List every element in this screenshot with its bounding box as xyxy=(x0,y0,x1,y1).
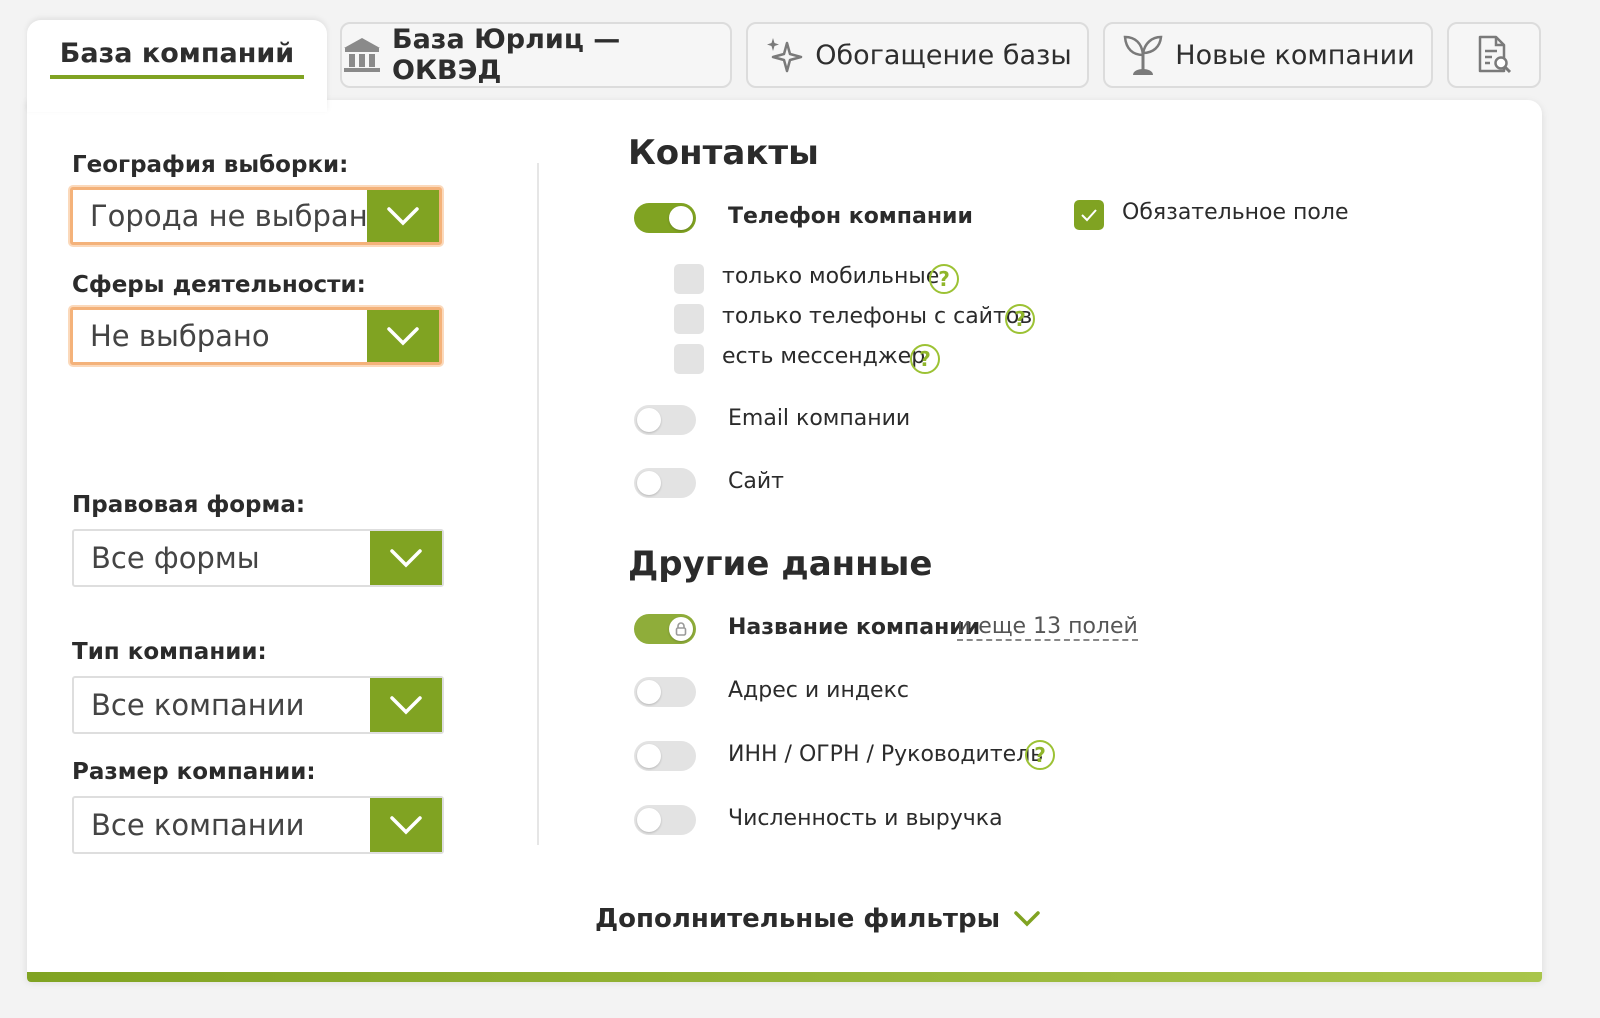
required-checkbox[interactable] xyxy=(1074,200,1104,230)
other-data-title: Другие данные xyxy=(628,544,933,584)
chevron-down-icon[interactable] xyxy=(367,310,439,362)
geography-select[interactable]: Города не выбраны xyxy=(70,187,442,245)
required-label: Обязательное поле xyxy=(1122,200,1349,225)
company-type-value: Все компании xyxy=(91,688,305,722)
company-type-select[interactable]: Все компании xyxy=(72,676,444,734)
staff-toggle[interactable] xyxy=(634,805,696,835)
address-toggle[interactable] xyxy=(634,677,696,707)
site-label: Сайт xyxy=(728,469,784,494)
panel-content: География выборки: Города не выбраны Сфе… xyxy=(0,0,1600,1018)
company-name-label: Название компании xyxy=(728,615,981,640)
mobile-only-label: только мобильные xyxy=(722,264,940,289)
site-toggle[interactable] xyxy=(634,468,696,498)
company-size-value: Все компании xyxy=(91,808,305,842)
help-icon[interactable]: ? xyxy=(1005,304,1035,334)
messenger-checkbox[interactable] xyxy=(674,344,704,374)
email-label: Email компании xyxy=(728,406,911,431)
activity-select[interactable]: Не выбрано xyxy=(70,307,442,365)
chevron-down-icon[interactable] xyxy=(370,678,442,732)
chevron-down-icon xyxy=(1014,904,1040,934)
messenger-label: есть мессенджер xyxy=(722,344,926,369)
extra-filters-label: Дополнительные фильтры xyxy=(595,904,1001,934)
inn-label: ИНН / ОГРН / Руководитель xyxy=(728,742,1044,767)
extra-filters-toggle[interactable]: Дополнительные фильтры xyxy=(595,904,1040,934)
check-icon xyxy=(1081,209,1097,222)
company-type-label: Тип компании: xyxy=(72,639,267,665)
email-toggle[interactable] xyxy=(634,405,696,435)
company-name-toggle xyxy=(634,614,696,644)
legal-form-select[interactable]: Все формы xyxy=(72,529,444,587)
activity-label: Сферы деятельности: xyxy=(72,272,366,298)
phone-toggle[interactable] xyxy=(634,203,696,233)
help-icon[interactable]: ? xyxy=(1025,740,1055,770)
staff-label: Численность и выручка xyxy=(728,806,1003,831)
activity-value: Не выбрано xyxy=(90,319,270,353)
geography-label: География выборки: xyxy=(72,152,349,178)
site-phones-label: только телефоны с сайтов xyxy=(722,304,1033,329)
column-divider xyxy=(537,163,539,845)
contacts-title: Контакты xyxy=(628,133,819,173)
company-size-label: Размер компании: xyxy=(72,759,316,785)
phone-label: Телефон компании xyxy=(728,204,973,229)
geography-value: Города не выбраны xyxy=(90,199,367,233)
chevron-down-icon[interactable] xyxy=(367,190,439,242)
mobile-only-checkbox[interactable] xyxy=(674,264,704,294)
chevron-down-icon[interactable] xyxy=(370,798,442,852)
site-phones-checkbox[interactable] xyxy=(674,304,704,334)
chevron-down-icon[interactable] xyxy=(370,531,442,585)
inn-toggle[interactable] xyxy=(634,741,696,771)
help-icon[interactable]: ? xyxy=(910,344,940,374)
legal-form-value: Все формы xyxy=(91,541,260,575)
address-label: Адрес и индекс xyxy=(728,678,909,703)
legal-form-label: Правовая форма: xyxy=(72,492,306,518)
company-size-select[interactable]: Все компании xyxy=(72,796,444,854)
more-fields-link[interactable]: и еще 13 полей xyxy=(957,614,1138,641)
help-icon[interactable]: ? xyxy=(929,264,959,294)
lock-icon xyxy=(675,622,687,636)
